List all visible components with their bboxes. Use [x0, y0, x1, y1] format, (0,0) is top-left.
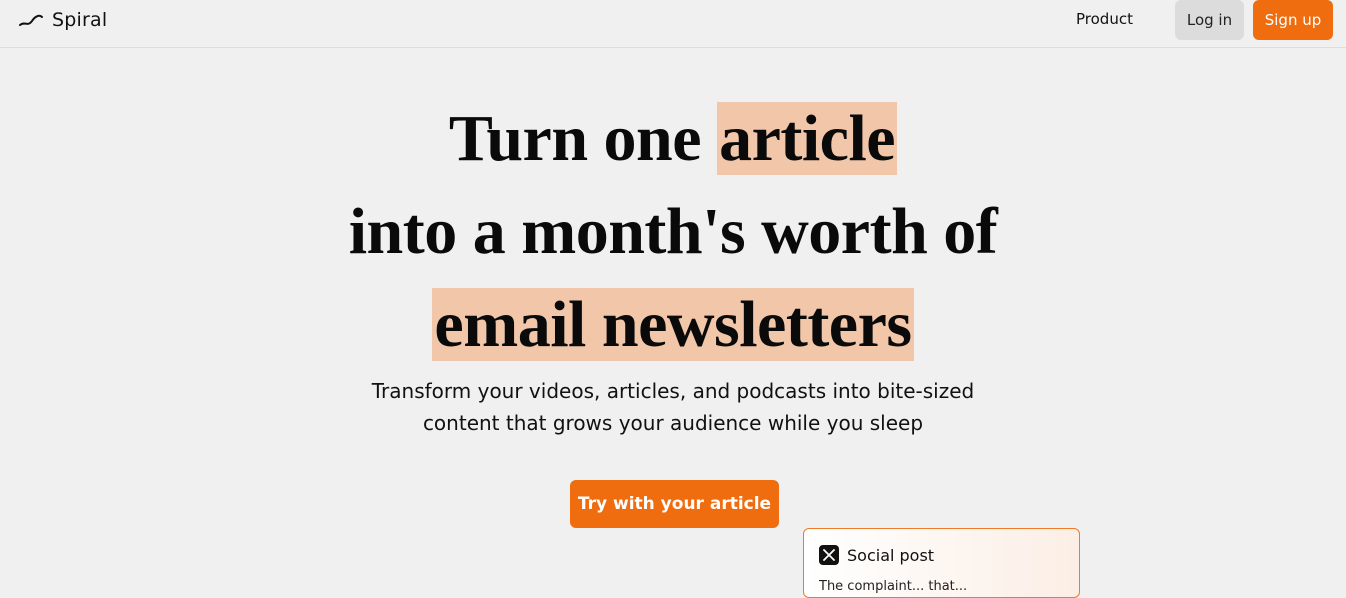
- subtitle-line-1: Transform your videos, articles, and pod…: [371, 379, 975, 403]
- subtitle-line-2: content that grows your audience while y…: [422, 411, 924, 435]
- headline-line-2: into a month's worth of: [348, 195, 998, 268]
- card-header: Social post: [819, 545, 934, 565]
- nav-link-product[interactable]: Product: [1076, 10, 1133, 28]
- logo-text: Spiral: [52, 9, 108, 31]
- headline-line-1-text: Turn one: [448, 102, 718, 175]
- try-with-article-button[interactable]: Try with your article: [570, 480, 779, 528]
- hero-subtitle: Transform your videos, articles, and pod…: [0, 375, 1346, 439]
- top-nav: Spiral Product Log in Sign up: [0, 0, 1346, 48]
- hero-headline: Turn one article into a month's worth of…: [0, 92, 1346, 371]
- headline-highlight-article: article: [717, 102, 898, 175]
- logo[interactable]: Spiral: [18, 8, 107, 32]
- headline-highlight-newsletters: email newsletters: [432, 288, 914, 361]
- login-button[interactable]: Log in: [1175, 0, 1244, 40]
- headline-line-1: Turn one article: [0, 92, 1346, 185]
- social-post-card: Social post The complaint... that...: [803, 528, 1080, 598]
- card-title: Social post: [847, 545, 935, 565]
- headline-line-3: email newsletters: [0, 278, 1346, 371]
- spiral-logo-icon: [19, 14, 43, 26]
- card-body-preview: The complaint... that...: [819, 579, 968, 594]
- signup-button[interactable]: Sign up: [1253, 0, 1333, 40]
- x-logo-icon: [819, 545, 839, 565]
